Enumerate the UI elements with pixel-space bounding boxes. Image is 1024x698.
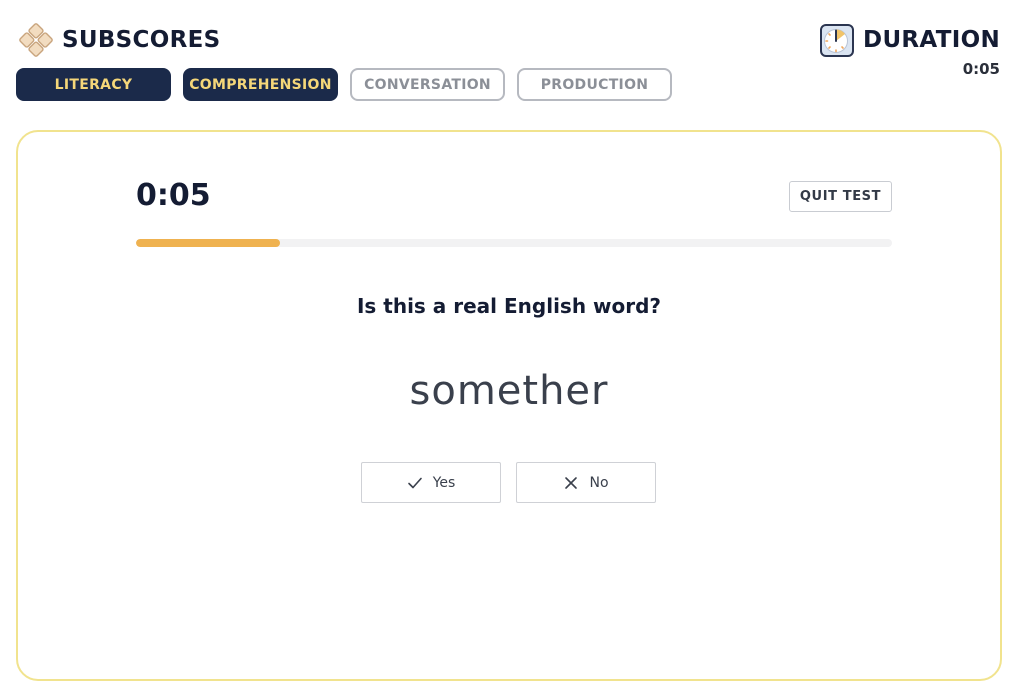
yes-label: Yes: [432, 474, 456, 491]
x-icon: [565, 476, 578, 489]
subscores-title: SUBSCORES: [62, 27, 221, 53]
page: SUBSCORES LITERACY COMPREHENSION CONVERS…: [0, 0, 1024, 698]
no-button[interactable]: No: [516, 462, 656, 503]
quit-test-button[interactable]: QUIT TEST: [789, 181, 892, 212]
tab-production[interactable]: PRODUCTION: [517, 68, 672, 101]
subscore-tabs: LITERACY COMPREHENSION CONVERSATION PROD…: [16, 68, 672, 101]
progress-bar: [136, 239, 892, 247]
tab-conversation[interactable]: CONVERSATION: [350, 68, 505, 101]
diamond-grid-logo-icon: [19, 23, 53, 57]
yes-button[interactable]: Yes: [361, 462, 501, 503]
tab-literacy[interactable]: LITERACY: [16, 68, 171, 101]
check-icon: [407, 477, 422, 488]
progress-fill: [136, 239, 280, 247]
subscores-header: SUBSCORES: [18, 22, 220, 58]
no-label: No: [589, 474, 609, 491]
tab-comprehension[interactable]: COMPREHENSION: [183, 68, 338, 101]
question-text: Is this a real English word?: [356, 294, 662, 318]
answer-buttons: Yes No: [361, 462, 656, 503]
duration-panel: DURATION 0:05: [819, 22, 1000, 78]
duration-value: 0:05: [962, 60, 1000, 78]
test-word: somether: [409, 368, 609, 414]
test-card: 0:05 QUIT TEST Is this a real English wo…: [16, 130, 1002, 681]
countdown-timer: 0:05: [136, 178, 211, 213]
duration-title: DURATION: [863, 27, 1000, 53]
clock-icon: [820, 24, 855, 57]
